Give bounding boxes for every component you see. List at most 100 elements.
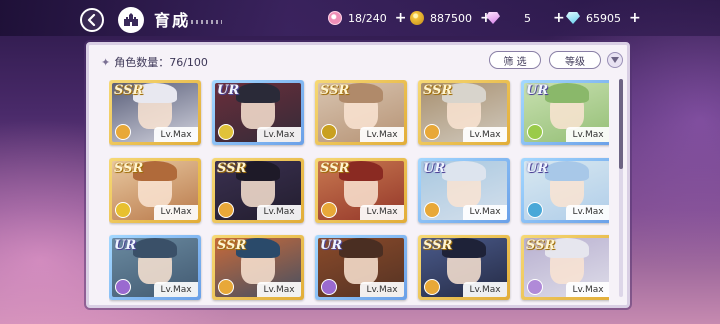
resource-blue-gem: 65905 +	[566, 8, 641, 28]
level-label: Lv.Max	[566, 204, 609, 220]
card-art: UR Lv.Max	[524, 160, 609, 220]
card-art: SSR Lv.Max	[421, 83, 507, 142]
candy-icon	[328, 11, 342, 25]
character-card[interactable]: UR Lv.Max	[315, 235, 407, 301]
page-title: 育成	[154, 11, 191, 30]
card-art: UR Lv.Max	[318, 238, 404, 298]
add-blue-gem-button[interactable]: +	[629, 10, 641, 26]
character-card[interactable]: UR Lv.Max	[109, 235, 201, 301]
card-art: SSR Lv.Max	[318, 83, 404, 142]
rarity-badge: UR	[320, 238, 343, 254]
card-art: UR Lv.Max	[215, 83, 301, 142]
card-art: SSR Lv.Max	[112, 160, 198, 220]
level-label: Lv.Max	[257, 282, 301, 298]
level-label: Lv.Max	[360, 127, 404, 142]
character-count-text: 角色数量：76/100	[114, 56, 208, 69]
character-card[interactable]: SSR Lv.Max	[418, 235, 510, 301]
level-label: Lv.Max	[154, 282, 198, 298]
level-label: Lv.Max	[566, 282, 609, 298]
rarity-badge: UR	[423, 160, 446, 176]
rarity-badge: SSR	[526, 238, 556, 254]
character-card[interactable]: SSR Lv.Max	[212, 157, 304, 223]
sort-level-button[interactable]: 等级	[549, 51, 601, 69]
rarity-badge: UR	[114, 238, 137, 254]
level-label: Lv.Max	[566, 127, 609, 142]
card-art: UR Lv.Max	[524, 83, 609, 142]
rarity-badge: SSR	[320, 160, 350, 176]
rarity-badge: SSR	[423, 83, 453, 98]
blue-gem-icon	[566, 12, 580, 24]
attribute-icon	[115, 124, 131, 140]
character-count: ✦ 角色数量：76/100	[101, 54, 208, 70]
back-arrow-icon	[87, 14, 96, 26]
attribute-icon	[218, 201, 234, 218]
character-card[interactable]: UR Lv.Max	[212, 80, 304, 145]
sort-order-button[interactable]	[607, 52, 623, 68]
card-art: SSR Lv.Max	[215, 160, 301, 220]
level-label: Lv.Max	[257, 127, 301, 142]
attribute-icon	[115, 201, 131, 218]
level-label: Lv.Max	[463, 204, 507, 220]
character-card[interactable]: SSR Lv.Max	[315, 157, 407, 223]
character-card[interactable]: SSR Lv.Max	[212, 235, 304, 301]
attribute-icon	[527, 124, 543, 140]
level-label: Lv.Max	[257, 204, 301, 220]
character-card[interactable]: UR Lv.Max	[521, 157, 609, 223]
resource-coin: 887500 +	[410, 8, 492, 28]
level-label: Lv.Max	[154, 127, 198, 142]
character-card[interactable]: SSR Lv.Max	[315, 80, 407, 145]
title-decoration	[176, 20, 222, 24]
scrollbar[interactable]	[619, 79, 623, 297]
coin-count: 887500	[430, 11, 472, 25]
filter-button[interactable]: 筛 选	[489, 51, 541, 69]
character-card[interactable]: SSR Lv.Max	[418, 80, 510, 145]
character-card[interactable]: SSR Lv.Max	[109, 157, 201, 223]
attribute-icon	[424, 124, 440, 140]
castle-icon	[124, 13, 138, 26]
attribute-icon	[321, 124, 337, 140]
scroll-thumb[interactable]	[619, 79, 623, 169]
card-art: UR Lv.Max	[112, 238, 198, 298]
character-card[interactable]: SSR Lv.Max	[109, 80, 201, 145]
pink-gem-icon	[486, 12, 500, 24]
card-art: SSR Lv.Max	[215, 238, 301, 298]
add-candy-button[interactable]: +	[395, 10, 407, 26]
rarity-badge: SSR	[114, 83, 144, 98]
character-card[interactable]: UR Lv.Max	[521, 80, 609, 145]
character-panel: ✦ 角色数量：76/100 筛 选 等级 SSR Lv.Max UR Lv.Max SS…	[86, 42, 630, 308]
add-pink-gem-button[interactable]: +	[553, 10, 565, 26]
blue-gem-count: 65905	[586, 11, 621, 25]
resource-candy: 18/240 +	[328, 8, 406, 28]
rarity-badge: UR	[526, 160, 549, 176]
card-art: SSR Lv.Max	[421, 238, 507, 298]
rarity-badge: SSR	[320, 83, 350, 98]
rarity-badge: UR	[217, 83, 240, 98]
level-label: Lv.Max	[360, 204, 404, 220]
rarity-badge: UR	[526, 83, 549, 98]
attribute-icon	[321, 201, 337, 218]
resource-pink-gem: 5 +	[486, 8, 565, 28]
attribute-icon	[424, 201, 440, 218]
rarity-badge: SSR	[217, 238, 247, 254]
card-art: SSR Lv.Max	[318, 160, 404, 220]
attribute-icon	[218, 124, 234, 140]
level-label: Lv.Max	[154, 204, 198, 220]
rarity-badge: SSR	[423, 238, 453, 254]
level-label: Lv.Max	[360, 282, 404, 298]
card-art: SSR Lv.Max	[524, 238, 609, 298]
pink-gem-count: 5	[524, 11, 531, 25]
card-art: UR Lv.Max	[421, 160, 507, 220]
sparkle-icon: ✦	[101, 55, 111, 69]
attribute-icon	[527, 201, 543, 218]
coin-icon	[410, 11, 424, 25]
card-art: SSR Lv.Max	[112, 83, 198, 142]
rarity-badge: SSR	[114, 160, 144, 176]
character-card[interactable]: UR Lv.Max	[418, 157, 510, 223]
home-button[interactable]	[118, 7, 144, 33]
back-button[interactable]	[80, 8, 104, 32]
level-label: Lv.Max	[463, 127, 507, 142]
candy-count: 18/240	[348, 11, 387, 25]
rarity-badge: SSR	[217, 160, 247, 176]
level-label: Lv.Max	[463, 282, 507, 298]
character-card[interactable]: SSR Lv.Max	[521, 235, 609, 301]
